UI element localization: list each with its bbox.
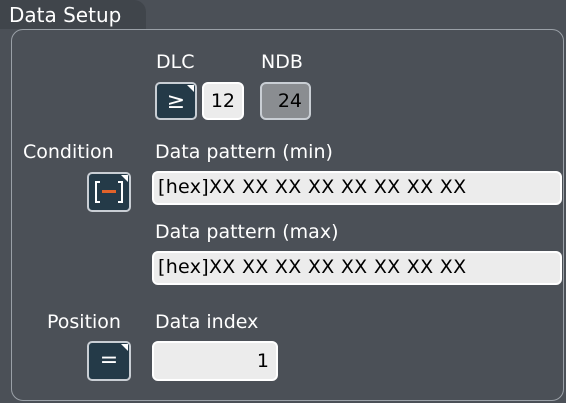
dropdown-corner-icon	[121, 175, 128, 182]
position-label: Position	[47, 311, 121, 333]
greater-equal-icon: ≥	[166, 89, 186, 114]
pattern-max-label: Data pattern (max)	[155, 221, 339, 243]
ndb-label: NDB	[261, 51, 303, 73]
equals-icon: =	[99, 348, 119, 373]
dropdown-corner-icon	[121, 344, 128, 351]
position-operator-button[interactable]: =	[87, 341, 131, 381]
dialog-title: Data Setup	[9, 3, 122, 27]
data-index-label: Data index	[155, 311, 259, 333]
ndb-value-field: 24	[260, 82, 311, 120]
dlc-value-field[interactable]: 12	[202, 82, 244, 120]
pattern-max-value: [hex]XX XX XX XX XX XX XX XX	[158, 256, 467, 278]
pattern-min-field[interactable]: [hex]XX XX XX XX XX XX XX XX	[152, 171, 562, 205]
ndb-value: 24	[277, 90, 302, 112]
data-setup-dialog: Data Setup DLC ≥ 12 NDB 24 Condition Dat…	[0, 0, 566, 403]
data-index-field[interactable]: 1	[152, 341, 278, 381]
dlc-value: 12	[210, 90, 235, 112]
condition-operator-button[interactable]	[87, 172, 131, 212]
dlc-operator-button[interactable]: ≥	[155, 82, 197, 120]
pattern-min-value: [hex]XX XX XX XX XX XX XX XX	[158, 176, 467, 198]
data-index-value: 1	[256, 350, 269, 372]
pattern-max-field[interactable]: [hex]XX XX XX XX XX XX XX XX	[152, 251, 562, 285]
dropdown-corner-icon	[187, 85, 194, 92]
pattern-min-label: Data pattern (min)	[155, 141, 333, 163]
condition-label: Condition	[23, 141, 114, 163]
title-tab: Data Setup	[0, 0, 146, 29]
dlc-label: DLC	[156, 51, 195, 73]
